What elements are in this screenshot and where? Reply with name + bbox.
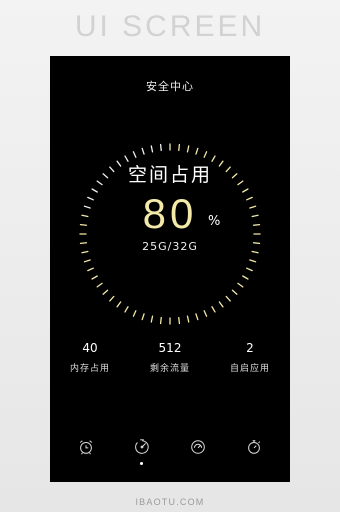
phone-screen: 安全中心 空间占用 80 % 25G/32G 40 内存占用 512 剩余流量 … [50, 56, 290, 482]
gauge-tick [195, 147, 199, 155]
nav-alarm[interactable] [66, 438, 106, 468]
gauge-tick [186, 145, 190, 153]
bottom-nav [50, 438, 290, 468]
nav-speed[interactable] [122, 438, 162, 468]
stat-value: 40 [82, 341, 98, 355]
gauge-tick [102, 289, 109, 295]
stat-label: 自启应用 [229, 364, 270, 374]
gauge-tick [246, 267, 253, 272]
gauge-tick [81, 214, 89, 218]
gauge-tick [203, 310, 208, 317]
gauge-tick [203, 151, 208, 158]
gauge-tick [159, 143, 162, 152]
gauge-tick [178, 143, 181, 152]
gauge-tick [252, 223, 261, 226]
gauge-tick [237, 282, 244, 288]
gauge-tick [83, 205, 91, 209]
gauge-tick [178, 316, 181, 325]
stat-value: 512 [158, 341, 182, 355]
gauge-value: 80 [142, 190, 198, 237]
nav-stopwatch[interactable] [234, 438, 274, 468]
gauge-detail: 25G/32G [142, 240, 198, 253]
gauge-tick [96, 282, 103, 288]
gauge-tick [242, 188, 249, 193]
alarm-clock-icon [79, 440, 93, 455]
stat-value: 2 [246, 341, 254, 355]
footer-watermark: IBAOTU.COM [135, 497, 205, 507]
gauge-tick [159, 316, 162, 325]
gauge-tick [124, 306, 129, 313]
stat-label: 剩余流量 [149, 364, 190, 374]
banner-title: UI SCREEN [74, 10, 266, 43]
gauge-tick [218, 301, 224, 308]
gauge-tick [83, 259, 91, 263]
stat-label: 内存占用 [69, 364, 110, 374]
active-indicator [140, 462, 143, 465]
gauge-tick [251, 214, 259, 218]
gauge-tick [249, 205, 257, 209]
gauge-tick [225, 295, 231, 302]
gauge-tick [79, 223, 88, 226]
stat-traffic[interactable]: 512 剩余流量 [130, 341, 210, 374]
gauge-tick [249, 259, 257, 263]
gauge-tick [231, 289, 238, 295]
gauge-tick [195, 313, 199, 321]
stat-memory[interactable]: 40 内存占用 [50, 341, 130, 374]
gauge-tick [116, 301, 122, 308]
stat-autostart[interactable]: 2 自启应用 [210, 341, 290, 374]
gauge-tick [87, 196, 94, 201]
gauge-tick [87, 267, 94, 272]
gauge-tick [150, 315, 154, 323]
gauge-tick [242, 275, 249, 280]
gauge-tick [109, 295, 115, 302]
gauge-tick [246, 196, 253, 201]
nav-gauge[interactable] [178, 438, 218, 468]
gauge-tick [186, 315, 190, 323]
speed-clock-icon [135, 439, 149, 454]
gauge-label: 空间占用 [127, 164, 212, 186]
gauge-tick [132, 310, 137, 317]
gauge-tick [91, 275, 98, 280]
stopwatch-icon [248, 440, 261, 454]
gauge-tick [132, 151, 137, 158]
gauge-tick [141, 313, 145, 321]
gauge-unit: % [208, 214, 221, 229]
page-title: 安全中心 [146, 80, 194, 93]
gauge-tick [141, 147, 145, 155]
gauge-tick [91, 188, 98, 193]
speedometer-icon [191, 440, 205, 454]
stats-row: 40 内存占用 512 剩余流量 2 自启应用 [50, 341, 290, 374]
gauge-tick [150, 145, 154, 153]
gauge-tick [211, 306, 216, 313]
